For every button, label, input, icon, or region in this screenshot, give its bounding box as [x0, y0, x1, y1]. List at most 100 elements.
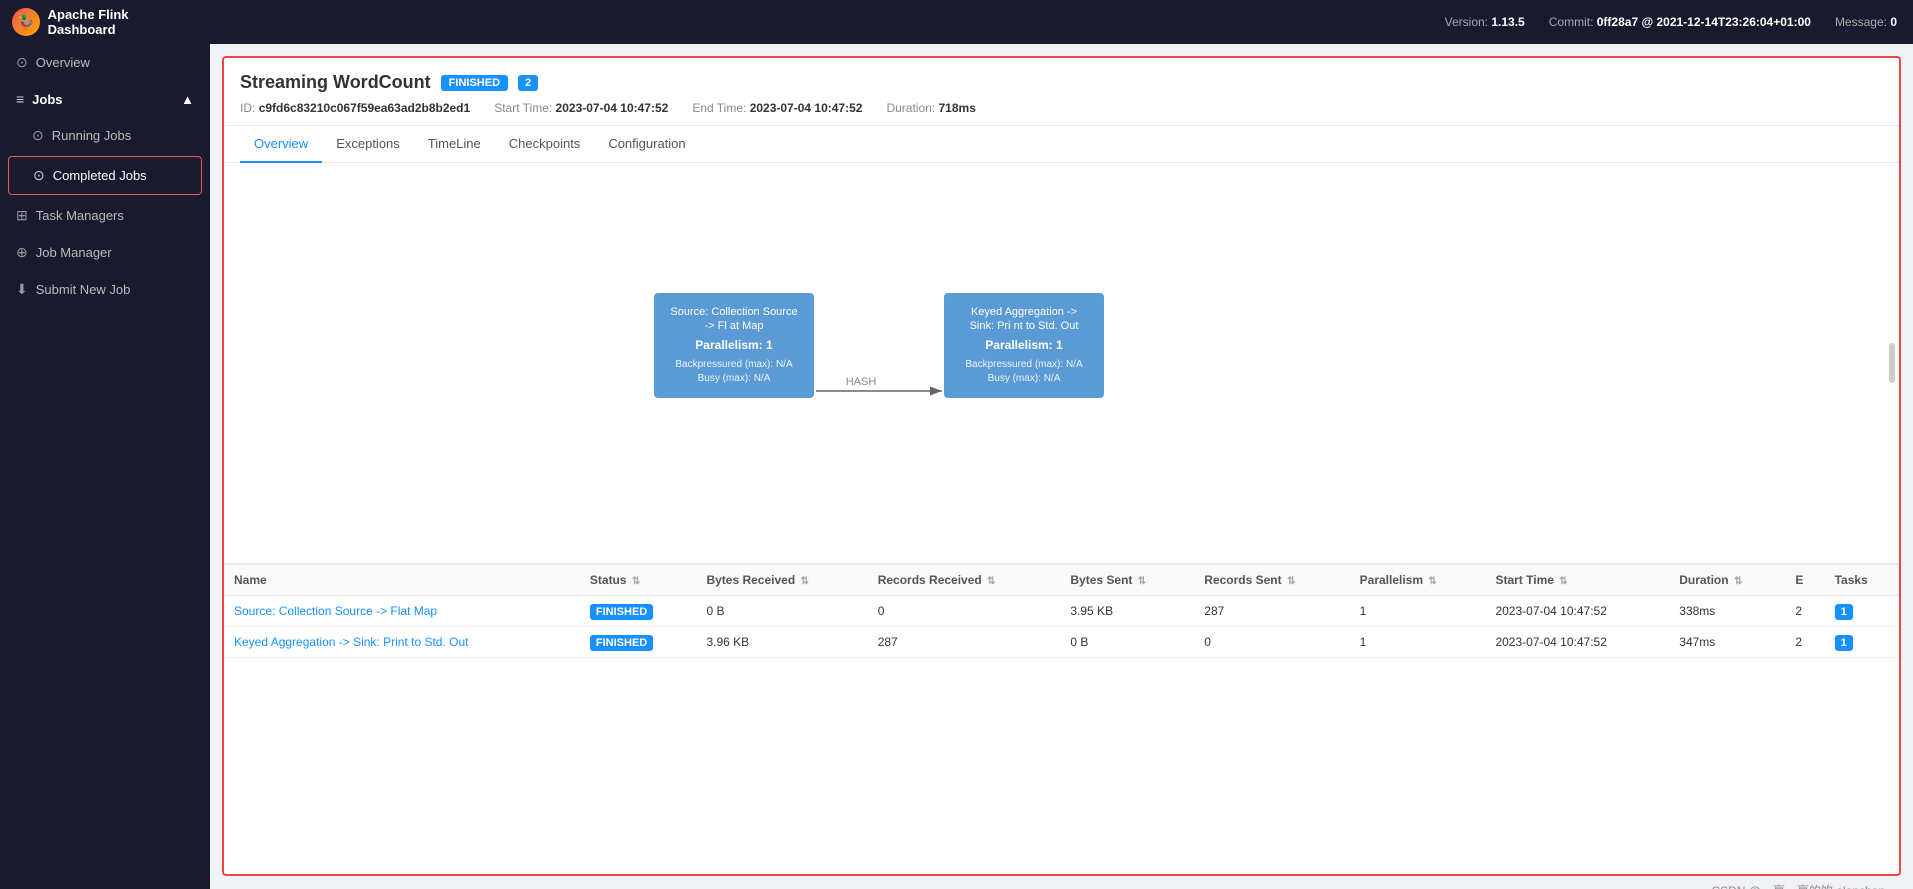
col-bytes-received: Bytes Received ⇅ [696, 565, 867, 596]
col-records-sent: Records Sent ⇅ [1194, 565, 1349, 596]
top-meta: Version: 1.13.5 Commit: 0ff28a7 @ 2021-1… [1445, 15, 1897, 29]
bottom-credit: CSDN @一赢一赢的饮 alanchan [222, 876, 1901, 889]
col-parallelism: Parallelism ⇅ [1350, 565, 1486, 596]
node-source-detail2: Busy (max): N/A [668, 372, 800, 386]
sidebar-item-running-jobs[interactable]: ⊙ Running Jobs [0, 117, 210, 154]
job-duration-label: Duration: 718ms [886, 101, 975, 115]
message-value: 0 [1890, 15, 1897, 29]
node-sink-detail1: Backpressured (max): N/A [958, 358, 1090, 372]
scroll-handle[interactable] [1889, 343, 1895, 383]
job-manager-icon: ⊕ [16, 244, 28, 261]
job-title-row: Streaming WordCount FINISHED 2 [240, 72, 1883, 93]
row-e: 2 [1785, 596, 1824, 627]
sidebar-item-jobs[interactable]: ≡ Jobs ▲ [0, 81, 210, 117]
row-duration: 338ms [1669, 596, 1785, 627]
row-tasks: 1 [1825, 627, 1899, 658]
row-e: 2 [1785, 627, 1824, 658]
logo-area: 🦆 Apache Flink Dashboard [0, 0, 210, 44]
jobs-table: Name Status ⇅ Bytes Received ⇅ Records R… [224, 564, 1899, 658]
main-layout: ⊙ Overview ≡ Jobs ▲ ⊙ Running Jobs ⊙ Com… [0, 44, 1913, 889]
row-duration: 347ms [1669, 627, 1785, 658]
sidebar-task-managers-label: Task Managers [36, 208, 124, 223]
tab-overview[interactable]: Overview [240, 126, 322, 163]
col-name: Name [224, 565, 580, 596]
sidebar-job-manager-label: Job Manager [36, 245, 112, 260]
version-value: 1.13.5 [1491, 15, 1524, 29]
sidebar-jobs-label: Jobs [32, 92, 62, 107]
tab-configuration[interactable]: Configuration [594, 126, 699, 163]
version-label: Version: 1.13.5 [1445, 15, 1525, 29]
table-row: Source: Collection Source -> Flat Map FI… [224, 596, 1899, 627]
sidebar: ⊙ Overview ≡ Jobs ▲ ⊙ Running Jobs ⊙ Com… [0, 44, 210, 889]
row-records-sent: 287 [1194, 596, 1349, 627]
jobs-icon: ≡ [16, 91, 24, 107]
overview-icon: ⊙ [16, 54, 28, 71]
sidebar-item-completed-jobs[interactable]: ⊙ Completed Jobs [8, 156, 202, 195]
row-records-received: 0 [868, 596, 1061, 627]
job-duration-value: 718ms [939, 101, 976, 115]
job-id-value: c9fd6c83210c067f59ea63ad2b8b2ed1 [259, 101, 471, 115]
sidebar-item-task-managers[interactable]: ⊞ Task Managers [0, 197, 210, 234]
col-records-received: Records Received ⇅ [868, 565, 1061, 596]
node-source-detail1: Backpressured (max): N/A [668, 358, 800, 372]
job-end-value: 2023-07-04 10:47:52 [750, 101, 863, 115]
row-bytes-sent: 0 B [1060, 627, 1194, 658]
col-tasks: Tasks [1825, 565, 1899, 596]
running-jobs-icon: ⊙ [32, 127, 44, 144]
job-meta: ID: c9fd6c83210c067f59ea63ad2b8b2ed1 Sta… [240, 101, 1883, 115]
job-header: Streaming WordCount FINISHED 2 ID: c9fd6… [224, 58, 1899, 126]
sidebar-item-label: Overview [36, 55, 90, 70]
row-start-time: 2023-07-04 10:47:52 [1485, 596, 1669, 627]
sidebar-item-overview[interactable]: ⊙ Overview [0, 44, 210, 81]
tab-timeline[interactable]: TimeLine [414, 126, 495, 163]
row-tasks: 1 [1825, 596, 1899, 627]
node-source-title: Source: Collection Source -> Fl at Map [668, 305, 800, 334]
sidebar-completed-jobs-label: Completed Jobs [53, 168, 147, 183]
task-managers-icon: ⊞ [16, 207, 28, 224]
row-status: FINISHED [580, 596, 697, 627]
graph-area: Source: Collection Source -> Fl at Map P… [224, 163, 1899, 563]
table-area: Name Status ⇅ Bytes Received ⇅ Records R… [224, 563, 1899, 658]
job-id-label: ID: c9fd6c83210c067f59ea63ad2b8b2ed1 [240, 101, 470, 115]
col-status: Status ⇅ [580, 565, 697, 596]
submit-job-icon: ⬇ [16, 281, 28, 298]
row-parallelism: 1 [1350, 627, 1486, 658]
table-header-row: Name Status ⇅ Bytes Received ⇅ Records R… [224, 565, 1899, 596]
col-duration: Duration ⇅ [1669, 565, 1785, 596]
sidebar-running-jobs-label: Running Jobs [52, 128, 132, 143]
row-bytes-received: 0 B [696, 596, 867, 627]
node-source[interactable]: Source: Collection Source -> Fl at Map P… [654, 293, 814, 398]
col-start-time: Start Time ⇅ [1485, 565, 1669, 596]
row-name[interactable]: Keyed Aggregation -> Sink: Print to Std.… [224, 627, 580, 658]
job-end-label: End Time: 2023-07-04 10:47:52 [692, 101, 862, 115]
row-start-time: 2023-07-04 10:47:52 [1485, 627, 1669, 658]
job-start-label: Start Time: 2023-07-04 10:47:52 [494, 101, 668, 115]
job-badge-number: 2 [518, 75, 538, 91]
commit-value: 0ff28a7 @ 2021-12-14T23:26:04+01:00 [1597, 15, 1811, 29]
flink-logo-icon: 🦆 [12, 8, 40, 36]
row-parallelism: 1 [1350, 596, 1486, 627]
status-badge: FINISHED [441, 75, 508, 91]
tab-checkpoints[interactable]: Checkpoints [495, 126, 595, 163]
chevron-up-icon: ▲ [181, 92, 194, 107]
message-label: Message: 0 [1835, 15, 1897, 29]
sidebar-item-job-manager[interactable]: ⊕ Job Manager [0, 234, 210, 271]
job-start-value: 2023-07-04 10:47:52 [556, 101, 669, 115]
node-sink-title: Keyed Aggregation -> Sink: Pri nt to Std… [958, 305, 1090, 334]
row-name[interactable]: Source: Collection Source -> Flat Map [224, 596, 580, 627]
node-source-parallelism: Parallelism: 1 [668, 338, 800, 352]
job-title: Streaming WordCount [240, 72, 431, 93]
content-area: Streaming WordCount FINISHED 2 ID: c9fd6… [210, 44, 1913, 889]
node-sink[interactable]: Keyed Aggregation -> Sink: Pri nt to Std… [944, 293, 1104, 398]
tabs-bar: Overview Exceptions TimeLine Checkpoints… [224, 126, 1899, 163]
commit-label: Commit: 0ff28a7 @ 2021-12-14T23:26:04+01… [1549, 15, 1811, 29]
tab-exceptions[interactable]: Exceptions [322, 126, 414, 163]
top-bar: 🦆 Apache Flink Dashboard Version: 1.13.5… [0, 0, 1913, 44]
sidebar-item-submit-new-job[interactable]: ⬇ Submit New Job [0, 271, 210, 308]
row-records-sent: 0 [1194, 627, 1349, 658]
app-title: Apache Flink Dashboard [48, 7, 198, 37]
row-bytes-sent: 3.95 KB [1060, 596, 1194, 627]
svg-text:HASH: HASH [846, 376, 877, 388]
job-panel: Streaming WordCount FINISHED 2 ID: c9fd6… [222, 56, 1901, 876]
row-records-received: 287 [868, 627, 1061, 658]
